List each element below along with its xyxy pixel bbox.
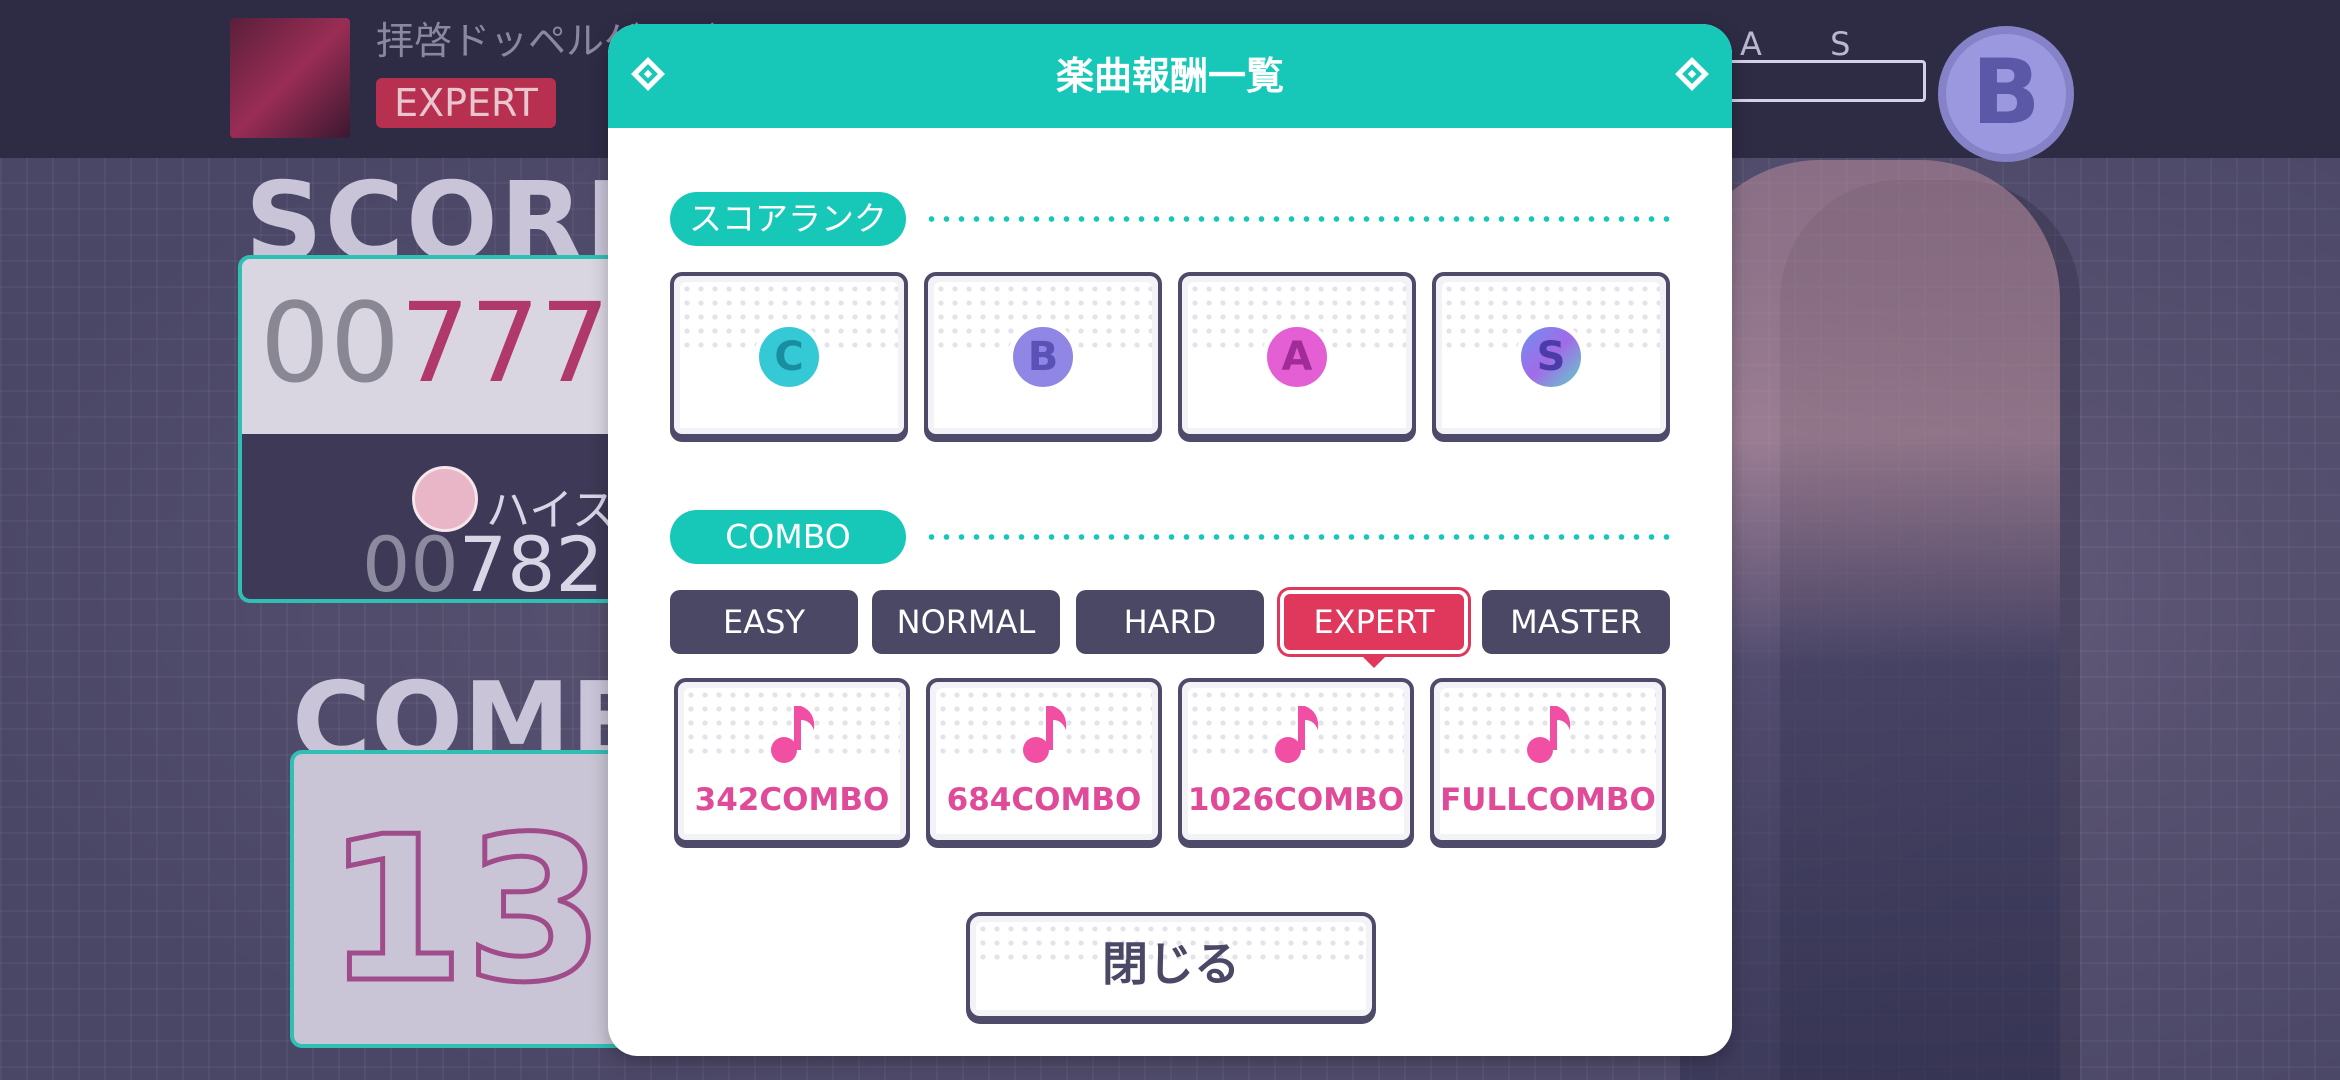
difficulty-badge: EXPERT <box>376 78 556 128</box>
close-button[interactable]: 閉じる <box>966 912 1376 1020</box>
tab-hard[interactable]: HARD <box>1076 590 1264 654</box>
reward-list-dialog: 楽曲報酬一覧 スコアランク C B A S COMBO EASY NORMAL … <box>608 24 1732 1056</box>
combo-reward-label: 1026COMBO <box>1187 782 1405 818</box>
character-illustration <box>1680 160 2060 1080</box>
rank-reward-card-s[interactable]: S <box>1432 272 1670 438</box>
rank-reward-card-a[interactable]: A <box>1178 272 1416 438</box>
rank-letter-s: S <box>1830 25 1851 63</box>
rank-gauge-labels: A S <box>1740 25 1908 63</box>
tab-easy[interactable]: EASY <box>670 590 858 654</box>
rank-gauge <box>1720 60 1926 102</box>
section-divider <box>924 216 1674 222</box>
combo-reward-label: FULLCOMBO <box>1440 782 1656 818</box>
dialog-title: 楽曲報酬一覧 <box>1055 54 1284 98</box>
combo-reward-label: 684COMBO <box>946 782 1142 818</box>
combo-reward-card[interactable]: FULLCOMBO <box>1430 678 1666 844</box>
score-rank-section-label: スコアランク <box>670 192 906 246</box>
rank-reward-card-b[interactable]: B <box>924 272 1162 438</box>
combo-reward-label: 342COMBO <box>694 782 890 818</box>
rank-b-medal-icon: B <box>1008 322 1078 392</box>
music-note-icon <box>1270 702 1319 768</box>
rank-letter-a: A <box>1740 25 1762 63</box>
combo-section-label: COMBO <box>670 510 906 564</box>
music-note-icon <box>1018 702 1067 768</box>
tab-normal[interactable]: NORMAL <box>872 590 1060 654</box>
tab-expert[interactable]: EXPERT <box>1280 590 1468 668</box>
score-value: 00777 <box>260 279 610 407</box>
music-note-icon <box>766 702 815 768</box>
dialog-header: 楽曲報酬一覧 <box>608 24 1732 128</box>
close-button-label: 閉じる <box>1102 937 1240 991</box>
combo-reward-card[interactable]: 1026COMBO <box>1178 678 1414 844</box>
current-rank-medal-icon: B <box>1938 26 2074 162</box>
combo-reward-card[interactable]: 342COMBO <box>674 678 910 844</box>
song-jacket-image <box>230 18 350 138</box>
rank-reward-card-c[interactable]: C <box>670 272 908 438</box>
score-panel: 00777 ハイス 00782 <box>238 255 666 603</box>
rank-c-medal-icon: C <box>754 322 824 392</box>
tab-master[interactable]: MASTER <box>1482 590 1670 654</box>
combo-reward-card[interactable]: 684COMBO <box>926 678 1162 844</box>
combo-panel: 136 <box>290 750 746 1048</box>
section-divider <box>924 534 1674 540</box>
music-note-icon <box>1522 702 1571 768</box>
rank-s-medal-icon: S <box>1516 322 1586 392</box>
highscore-area: ハイス 00782 <box>242 434 662 599</box>
rank-a-medal-icon: A <box>1262 322 1332 392</box>
highscore-value: 00782 <box>362 520 604 603</box>
